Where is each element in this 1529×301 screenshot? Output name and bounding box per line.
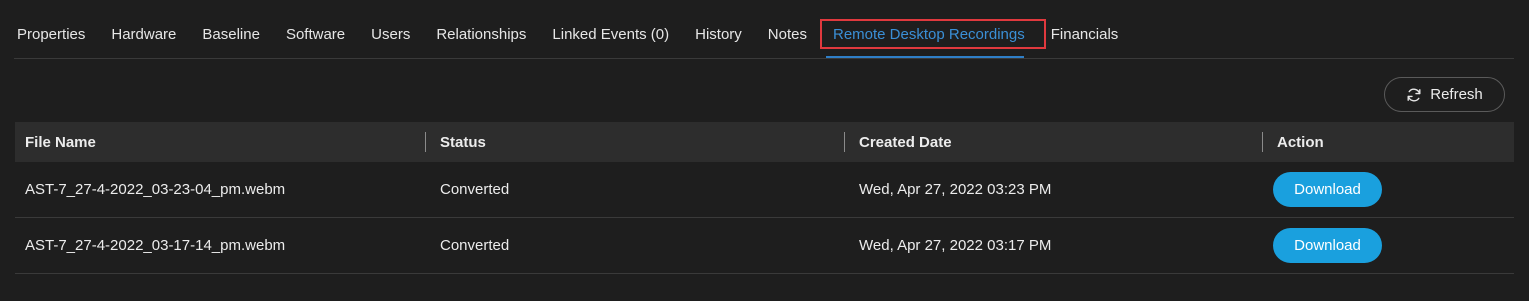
refresh-button[interactable]: Refresh [1384,77,1505,112]
table-header: File Name Status Created Date Action [15,122,1514,162]
status-cell: Converted [440,181,510,198]
tab-history[interactable]: History [682,0,755,58]
download-button[interactable]: Download [1273,172,1382,207]
column-header-status[interactable]: Status [425,131,845,152]
tab-linked-events[interactable]: Linked Events (0) [539,0,682,58]
file-name-cell: AST-7_27-4-2022_03-17-14_pm.webm [25,237,286,254]
refresh-label: Refresh [1430,86,1483,103]
tab-software[interactable]: Software [273,0,358,58]
action-cell: Download [1263,228,1514,263]
tab-notes[interactable]: Notes [755,0,820,58]
download-button[interactable]: Download [1273,228,1382,263]
created-date-cell: Wed, Apr 27, 2022 03:23 PM [859,181,1052,198]
tab-label: Remote Desktop Recordings [832,26,1025,43]
table-row: AST-7_27-4-2022_03-23-04_pm.webm Convert… [15,162,1514,218]
tab-baseline[interactable]: Baseline [189,0,273,58]
recordings-table: File Name Status Created Date Action AST… [15,122,1514,274]
tab-remote-desktop-recordings[interactable]: Remote Desktop Recordings [819,0,1046,58]
created-date-cell: Wed, Apr 27, 2022 03:17 PM [859,237,1052,254]
tab-users[interactable]: Users [358,0,423,58]
action-cell: Download [1263,172,1514,207]
tab-relationships[interactable]: Relationships [423,0,539,58]
table-row: AST-7_27-4-2022_03-17-14_pm.webm Convert… [15,218,1514,274]
file-name-cell: AST-7_27-4-2022_03-23-04_pm.webm [25,181,286,198]
tab-hardware[interactable]: Hardware [98,0,189,58]
status-cell: Converted [440,237,510,254]
refresh-icon [1407,88,1421,101]
tab-bar: Properties Hardware Baseline Software Us… [14,0,1514,59]
column-header-created-date[interactable]: Created Date [844,131,1263,152]
column-header-action: Action [1262,131,1514,152]
tab-financials[interactable]: Financials [1038,0,1132,58]
column-header-file-name[interactable]: File Name [15,134,426,151]
tab-properties[interactable]: Properties [14,0,98,58]
